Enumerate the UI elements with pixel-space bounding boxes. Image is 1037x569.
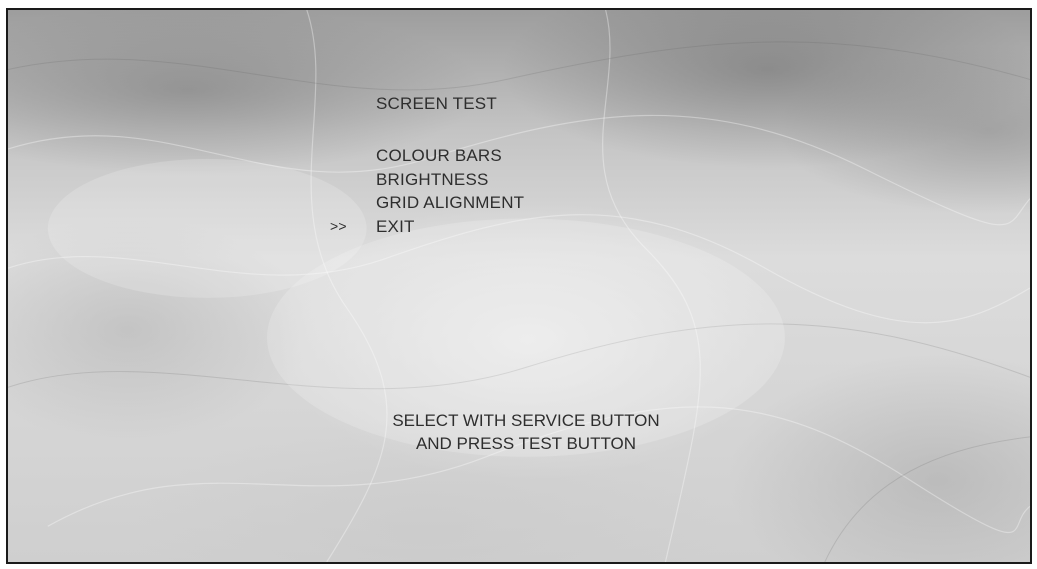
- menu-item-exit[interactable]: >> EXIT: [330, 215, 524, 239]
- test-screen-frame: SCREEN TEST COLOUR BARS BRIGHTNESS GRID …: [6, 8, 1032, 564]
- menu-item-colour-bars[interactable]: COLOUR BARS: [376, 144, 524, 168]
- instruction-line: SELECT WITH SERVICE BUTTON: [392, 411, 660, 430]
- menu-item-label: COLOUR BARS: [376, 146, 502, 165]
- instructions: SELECT WITH SERVICE BUTTON AND PRESS TES…: [356, 409, 696, 455]
- menu-item-label: GRID ALIGNMENT: [376, 193, 525, 212]
- smoke-background: [8, 10, 1030, 562]
- menu-list: COLOUR BARS BRIGHTNESS GRID ALIGNMENT >>…: [330, 144, 524, 239]
- selection-cursor-icon: >>: [330, 217, 347, 234]
- menu-item-grid-alignment[interactable]: GRID ALIGNMENT: [376, 191, 524, 215]
- page-title: SCREEN TEST: [376, 94, 497, 113]
- menu-item-brightness[interactable]: BRIGHTNESS: [376, 168, 524, 192]
- instruction-line: AND PRESS TEST BUTTON: [415, 434, 637, 453]
- menu-item-label: EXIT: [376, 216, 415, 236]
- menu-item-label: BRIGHTNESS: [376, 169, 489, 189]
